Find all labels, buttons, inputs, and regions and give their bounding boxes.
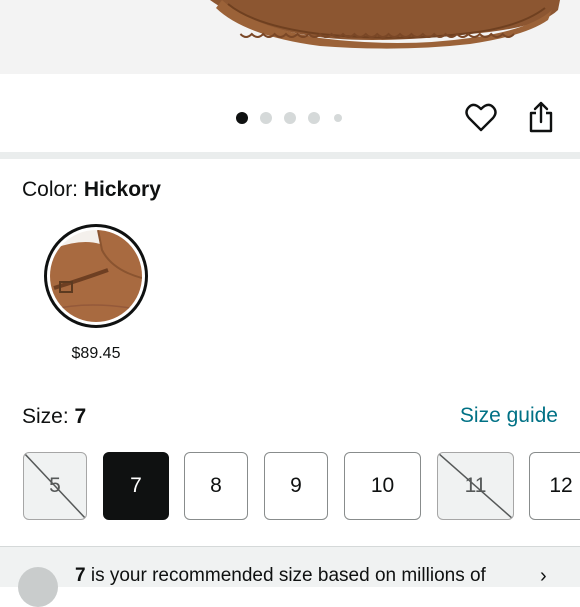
selected-size: 7 <box>74 405 87 428</box>
chevron-right-icon: › <box>540 565 547 587</box>
size-option-label: 9 <box>290 474 302 497</box>
size-option-label: 5 <box>49 474 61 497</box>
image-carousel-controls <box>0 74 580 152</box>
recommendation-icon <box>18 567 58 607</box>
color-swatch-hickory[interactable] <box>44 224 148 328</box>
size-option[interactable]: 10 <box>344 452 421 520</box>
size-option[interactable]: 12 <box>529 452 580 520</box>
color-label: Color: Hickory <box>22 178 161 201</box>
size-option[interactable]: 8 <box>184 452 248 520</box>
size-option[interactable]: 9 <box>264 452 328 520</box>
swatch-image <box>50 230 142 322</box>
carousel-dot[interactable] <box>284 112 296 124</box>
size-option-label: 7 <box>130 474 142 497</box>
product-image[interactable] <box>0 0 580 74</box>
heart-icon[interactable] <box>463 99 499 135</box>
size-option[interactable]: 7 <box>103 452 169 520</box>
size-recommendation-banner[interactable]: 7 is your recommended size based on mill… <box>0 546 580 607</box>
boot-sole-image <box>210 0 560 49</box>
size-option-label: 8 <box>210 474 222 497</box>
size-option-label: 10 <box>370 474 395 497</box>
size-guide-link[interactable]: Size guide <box>460 404 558 428</box>
size-label: Size: 7 <box>22 405 87 428</box>
section-divider <box>0 152 580 159</box>
carousel-dot[interactable] <box>334 114 342 122</box>
size-option-label: 12 <box>549 474 573 497</box>
size-option-label: 11 <box>464 474 487 497</box>
selected-color-name: Hickory <box>83 178 161 201</box>
recommendation-text: 7 is your recommended size based on mill… <box>75 565 486 586</box>
size-option[interactable]: 5 <box>23 452 87 520</box>
carousel-dot[interactable] <box>260 112 272 124</box>
carousel-dot[interactable] <box>236 112 248 124</box>
carousel-dot[interactable] <box>308 112 320 124</box>
size-option[interactable]: 11 <box>437 452 514 520</box>
share-icon[interactable] <box>523 99 559 135</box>
swatch-price: $89.45 <box>71 345 121 362</box>
